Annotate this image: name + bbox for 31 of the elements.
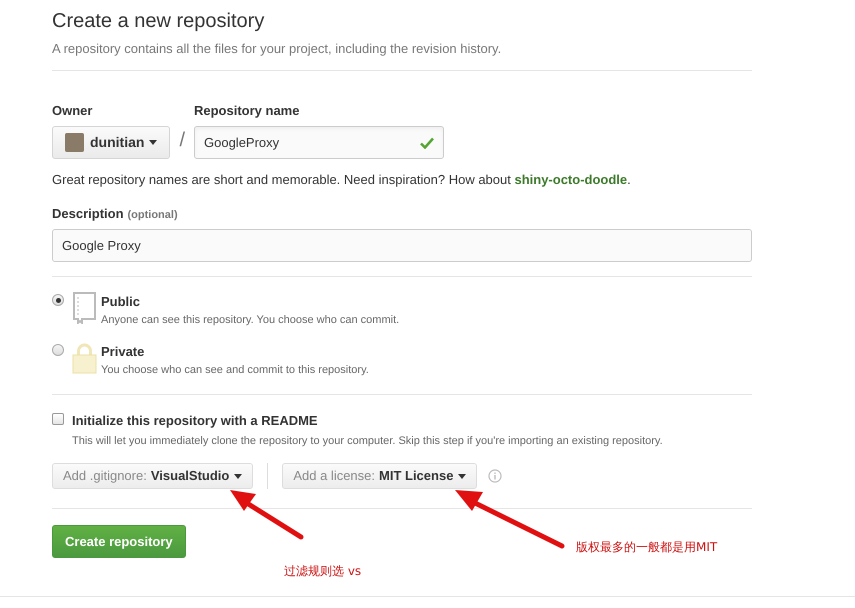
owner-label: Owner xyxy=(52,102,94,120)
owner-dropdown[interactable]: dunitian xyxy=(52,126,170,159)
book-icon xyxy=(72,292,97,324)
caret-icon xyxy=(149,140,158,145)
optional-label: (optional) xyxy=(128,208,178,222)
separator: / xyxy=(179,128,185,153)
page-subtitle: A repository contains all the files for your project, including the revision history. xyxy=(52,40,502,58)
info-icon[interactable] xyxy=(488,469,502,483)
caret-icon xyxy=(234,474,242,478)
radio-button[interactable] xyxy=(52,294,64,306)
gitignore-dropdown[interactable]: Add .gitignore: VisualStudio xyxy=(52,463,254,489)
caret-icon xyxy=(458,474,466,478)
readme-description: This will let you immediately clone the repository to your computer. Skip this step if you're importing an existing repository. xyxy=(72,434,663,448)
description-field[interactable]: Google Proxy xyxy=(52,229,752,262)
visibility-title: Private xyxy=(101,343,146,361)
readme-label: Initialize this repository with a README xyxy=(72,412,319,430)
license-dropdown[interactable]: Add a license: MIT License xyxy=(282,463,478,489)
repository-name-field[interactable]: GoogleProxy xyxy=(194,126,444,159)
visibility-description: Anyone can see this repository. You choose who can commit. xyxy=(101,312,400,328)
repository-name-label: Repository name xyxy=(194,102,300,120)
radio-button[interactable] xyxy=(52,344,64,356)
page-title: Create a new repository xyxy=(52,9,266,34)
avatar-placeholder xyxy=(65,133,84,152)
visibility-title: Public xyxy=(101,293,142,311)
annotation-text: 版权最多的一般都是用MIT xyxy=(576,539,718,556)
checkbox[interactable] xyxy=(52,413,64,425)
visibility-description: You choose who can see and commit to this repository. xyxy=(101,362,369,378)
annotation-text: 过滤规则选 vs xyxy=(284,563,362,580)
lock-icon xyxy=(72,342,97,374)
name-hint: Great repository names are short and memorable. Need inspiration? How about shiny-octo-doodle. xyxy=(52,171,632,189)
description-label: Description xyxy=(52,204,124,223)
